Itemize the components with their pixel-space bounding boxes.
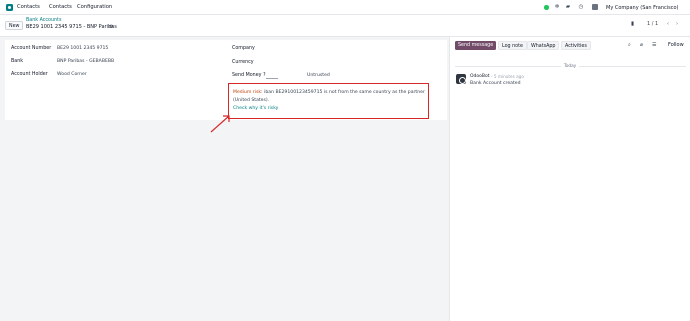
bank-label: Bank bbox=[11, 59, 24, 64]
menu-app-contacts[interactable]: Contacts bbox=[17, 4, 40, 10]
odoobot-avatar bbox=[456, 74, 466, 84]
bank-field[interactable]: BNP Paribas - GEBABEBB bbox=[57, 59, 114, 64]
currency-label: Currency bbox=[232, 60, 254, 65]
contacts-app-icon[interactable] bbox=[6, 4, 13, 11]
search-icon[interactable]: ⌕ bbox=[628, 42, 631, 48]
annotation-arrow-icon bbox=[210, 115, 230, 133]
gear-icon[interactable]: ⚙ bbox=[109, 24, 113, 30]
message-time: - 5 minutes ago bbox=[491, 74, 524, 79]
activities-button[interactable]: Activities bbox=[561, 41, 591, 50]
attachment-icon[interactable]: ▮ bbox=[631, 21, 634, 27]
control-panel: New Bank Accounts BE29 1001 2345 9715 - … bbox=[0, 15, 690, 37]
account-holder-field[interactable]: Wood Corner bbox=[57, 72, 87, 77]
clock-icon[interactable]: ◷ bbox=[578, 4, 584, 10]
message-body: Bank Account created bbox=[470, 81, 521, 86]
follow-button[interactable]: Follow bbox=[668, 42, 684, 48]
whatsapp-button[interactable]: WhatsApp bbox=[527, 41, 560, 50]
account-number-field[interactable]: BE29 1001 2345 9715 bbox=[57, 46, 108, 51]
chevron-left-icon[interactable]: ‹ bbox=[665, 20, 671, 28]
risk-message: iban BE29100123459715 is not from the sa… bbox=[233, 90, 425, 103]
message-author[interactable]: OdooBot bbox=[470, 74, 490, 79]
bug-icon[interactable]: ✲ bbox=[554, 4, 560, 10]
account-holder-label: Account Holder bbox=[11, 72, 48, 77]
chevron-right-icon[interactable]: › bbox=[674, 20, 680, 28]
chatter-panel: Send message Log note WhatsApp Activitie… bbox=[449, 37, 690, 321]
followers-icon[interactable]: ☰ bbox=[652, 42, 656, 48]
record-title: BE29 1001 2345 9715 - BNP Paribas bbox=[26, 24, 117, 30]
risk-level: Medium risk: bbox=[233, 90, 263, 95]
account-number-label: Account Number bbox=[11, 46, 52, 51]
company-label: Company bbox=[232, 46, 255, 51]
send-money-status: Untrusted bbox=[307, 73, 330, 78]
top-navbar: Contacts Contacts Configuration ✲ ▰ ◷ My… bbox=[0, 0, 690, 15]
date-separator-label: Today bbox=[561, 63, 580, 68]
risk-warning-text: Medium risk: iban BE29100123459715 is no… bbox=[233, 89, 427, 105]
new-button[interactable]: New bbox=[5, 21, 24, 30]
company-switcher-icon[interactable] bbox=[592, 4, 598, 10]
risk-warning-box: Medium risk: iban BE29100123459715 is no… bbox=[228, 83, 429, 119]
menu-contacts[interactable]: Contacts bbox=[49, 4, 72, 10]
send-money-label: Send Money ? bbox=[232, 73, 266, 78]
status-online-icon[interactable] bbox=[544, 5, 549, 10]
check-risk-link[interactable]: Check why it's risky bbox=[233, 106, 278, 111]
menu-configuration[interactable]: Configuration bbox=[77, 4, 112, 10]
company-switcher[interactable]: My Company (San Francisco) bbox=[606, 5, 679, 11]
chat-icon[interactable]: ▰ bbox=[565, 4, 571, 10]
breadcrumb-bank-accounts[interactable]: Bank Accounts bbox=[26, 18, 61, 23]
pager-value[interactable]: 1 / 1 bbox=[647, 21, 658, 27]
send-message-button[interactable]: Send message bbox=[455, 41, 497, 50]
send-money-toggle[interactable] bbox=[266, 75, 278, 79]
log-note-button[interactable]: Log note bbox=[498, 41, 527, 50]
paperclip-icon[interactable]: ⌀ bbox=[640, 42, 643, 48]
